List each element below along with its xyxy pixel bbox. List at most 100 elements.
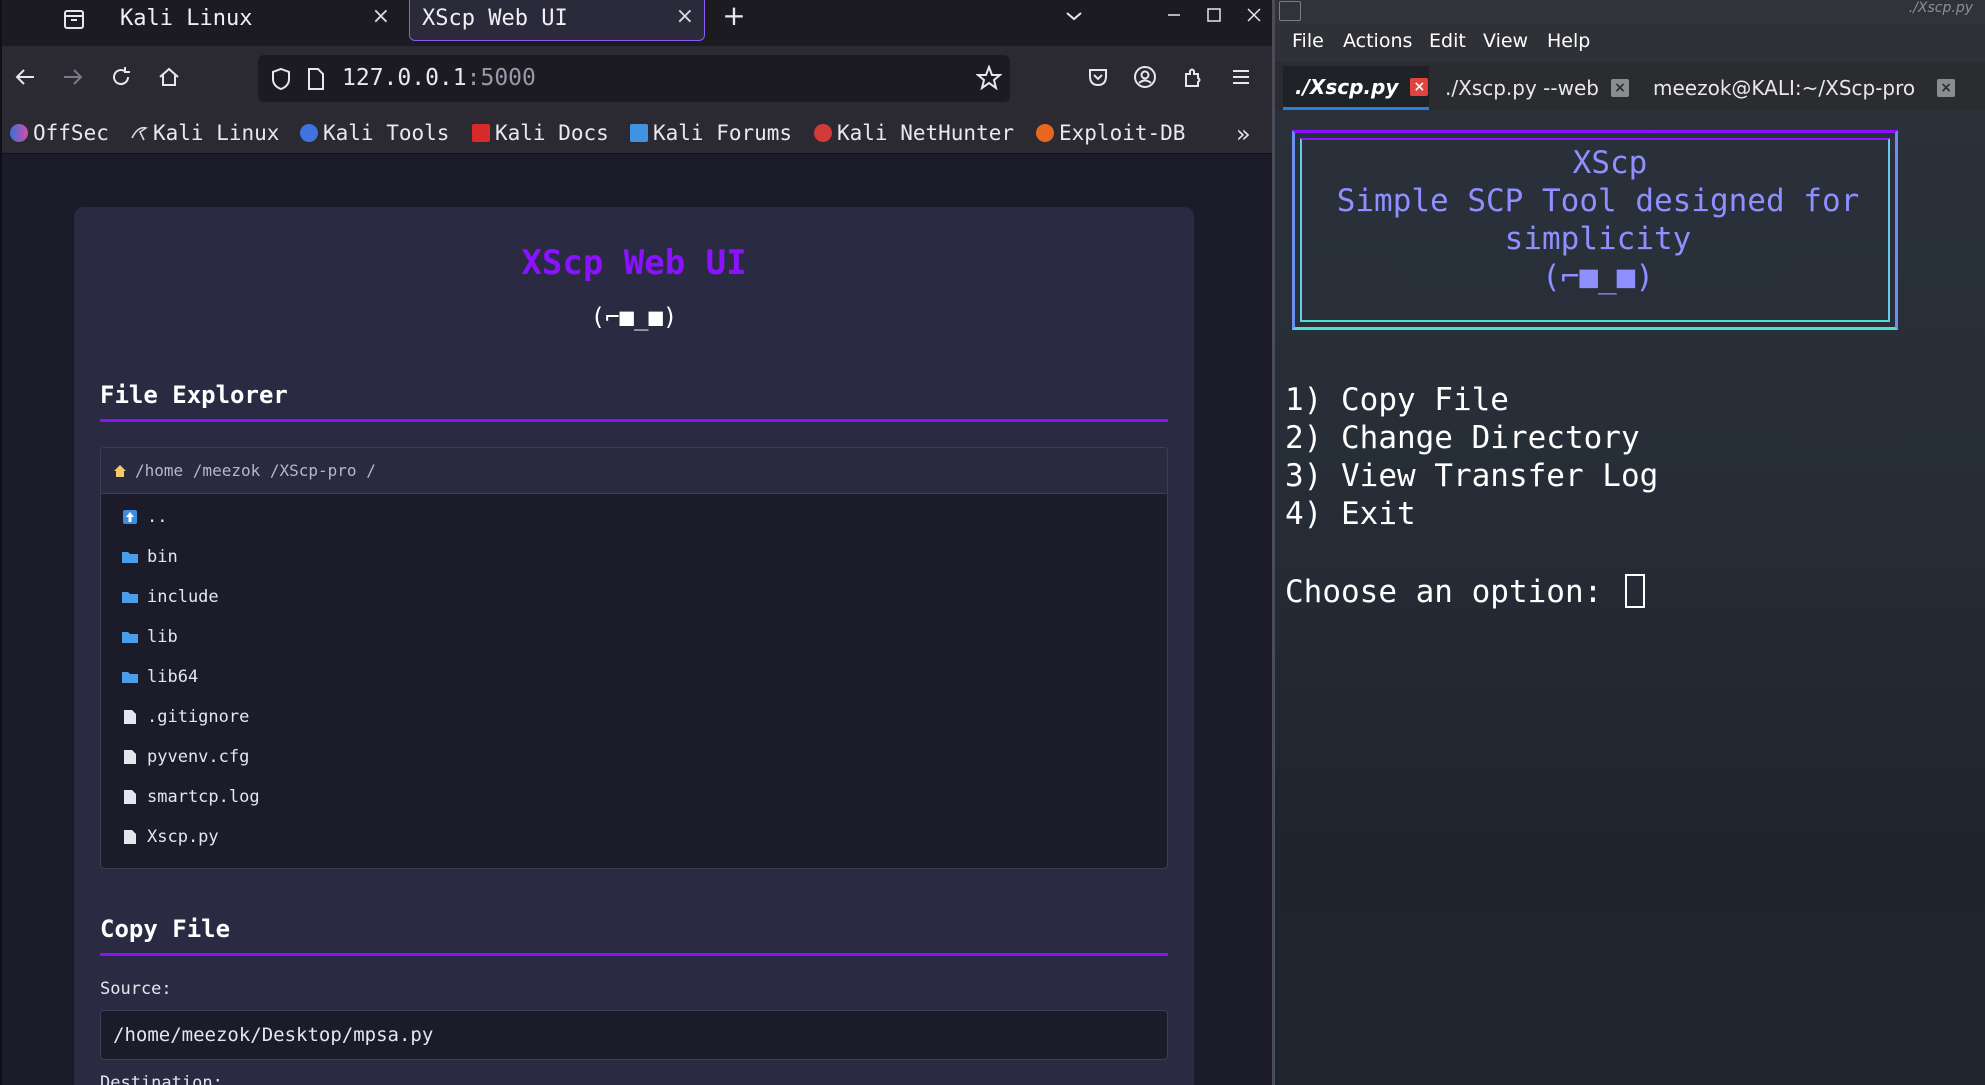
list-item-folder[interactable]: lib64 (121, 662, 198, 692)
terminal-tab-bar: ./Xscp.py × ./Xscp.py --web × meezok@KAL… (1275, 62, 1985, 110)
banner-subtitle-2: simplicity (1504, 221, 1692, 257)
breadcrumb-path[interactable]: /home /meezok /XScp-pro / (135, 461, 376, 480)
breadcrumb: /home /meezok /XScp-pro / (101, 448, 1167, 494)
reload-icon[interactable] (104, 60, 138, 94)
list-item-folder[interactable]: bin (121, 542, 178, 572)
terminal-window: ./Xscp.py File Actions Edit View Help ./… (1275, 0, 1985, 1085)
file-explorer-heading: File Explorer (100, 381, 1168, 422)
prompt-line[interactable]: Choose an option: (1285, 574, 1645, 610)
folder-icon (121, 628, 139, 646)
bookmark-kali-nethunter[interactable]: Kali NetHunter (814, 118, 1014, 148)
list-item-file[interactable]: Xscp.py (121, 822, 219, 852)
bookmark-kali-forums[interactable]: Kali Forums (630, 118, 792, 148)
minimize-icon[interactable] (1159, 0, 1189, 30)
tab-list-icon[interactable] (54, 2, 94, 36)
copy-file-heading: Copy File (100, 915, 1168, 956)
pocket-icon[interactable] (1081, 60, 1115, 94)
maximize-icon[interactable] (1199, 0, 1229, 30)
home-icon[interactable] (113, 464, 127, 478)
page-icon[interactable] (306, 67, 326, 91)
bookmark-kali-docs[interactable]: Kali Docs (472, 118, 609, 148)
bookmark-exploit-db[interactable]: Exploit-DB (1036, 118, 1185, 148)
list-item-file[interactable]: .gitignore (121, 702, 249, 732)
menu-option-view-log: 3) View Transfer Log (1285, 458, 1659, 494)
close-icon[interactable]: × (1937, 79, 1956, 97)
terminal-tab-shell[interactable]: meezok@KALI:~/XScp-pro × (1641, 66, 1977, 110)
file-icon (121, 788, 139, 806)
terminal-menu-bar: File Actions Edit View Help (1275, 24, 1985, 62)
kali-dragon-icon (130, 124, 148, 142)
kali-tools-icon (300, 124, 318, 142)
home-icon[interactable] (152, 60, 186, 94)
close-icon[interactable]: × (1610, 79, 1629, 97)
bookmark-kali-tools[interactable]: Kali Tools (300, 118, 449, 148)
menu-edit[interactable]: Edit (1429, 30, 1466, 52)
terminal-tab-xscp[interactable]: ./Xscp.py × (1283, 66, 1429, 110)
list-item-file[interactable]: pyvenv.cfg (121, 742, 249, 772)
chevron-double-right-icon[interactable]: » (1236, 120, 1251, 148)
close-icon[interactable]: × (676, 4, 694, 29)
prompt-text: Choose an option: (1285, 574, 1621, 610)
menu-option-exit: 4) Exit (1285, 496, 1416, 532)
page-content: XScp Web UI (⌐■_■) File Explorer /home /… (2, 155, 1272, 1085)
tab-kali-linux[interactable]: Kali Linux × (108, 0, 400, 41)
terminal-cursor (1624, 574, 1645, 608)
forward-arrow-icon[interactable] (56, 60, 90, 94)
file-icon (121, 828, 139, 846)
star-bookmark-icon[interactable] (976, 65, 1002, 91)
shield-icon[interactable] (270, 67, 292, 91)
terminal-tab-label: meezok@KALI:~/XScp-pro (1653, 76, 1916, 100)
tab-xscp-web-ui[interactable]: XScp Web UI × (409, 0, 705, 41)
kali-nethunter-icon (814, 124, 832, 142)
exploit-db-icon (1036, 124, 1054, 142)
back-arrow-icon[interactable] (8, 60, 42, 94)
close-icon[interactable]: × (372, 4, 390, 29)
account-icon[interactable] (1128, 60, 1162, 94)
menu-help[interactable]: Help (1547, 30, 1590, 52)
destination-label: Destination: (100, 1073, 223, 1085)
ascii-banner: XScp Simple SCP Tool designed for simpli… (1292, 130, 1898, 330)
url-bar[interactable]: 127.0.0.1:5000 (258, 55, 1010, 102)
folder-icon (121, 588, 139, 606)
banner-subtitle: Simple SCP Tool designed for (1336, 183, 1860, 219)
bookmark-kali-linux[interactable]: Kali Linux (130, 118, 279, 148)
tab-label: XScp Web UI (422, 6, 568, 31)
menu-option-copy-file: 1) Copy File (1285, 382, 1509, 418)
menu-icon[interactable] (1224, 60, 1258, 94)
offsec-icon (10, 124, 28, 142)
tab-label: Kali Linux (120, 6, 253, 31)
kali-docs-icon (472, 124, 490, 142)
folder-icon (121, 668, 139, 686)
close-icon[interactable]: × (1410, 77, 1429, 96)
banner-title: XScp (1572, 145, 1648, 181)
list-item-file[interactable]: smartcp.log (121, 782, 260, 812)
url-text: 127.0.0.1:5000 (342, 65, 536, 91)
app-card: XScp Web UI (⌐■_■) File Explorer /home /… (74, 207, 1194, 1085)
extensions-icon[interactable] (1176, 60, 1210, 94)
window-icon (1279, 1, 1301, 21)
browser-window: Kali Linux × XScp Web UI × + 127.0.0.1:5… (0, 0, 1272, 1085)
folder-icon (121, 548, 139, 566)
terminal-tab-label: ./Xscp.py (1295, 74, 1399, 99)
list-item-folder[interactable]: include (121, 582, 219, 612)
ascii-face: (⌐■_■) (590, 303, 678, 331)
banner-face: (⌐■_■) (1542, 259, 1654, 295)
bookmark-offsec[interactable]: OffSec (10, 118, 109, 148)
menu-file[interactable]: File (1292, 30, 1324, 52)
navigation-toolbar: 127.0.0.1:5000 (2, 46, 1272, 112)
list-item-parent[interactable]: .. (121, 502, 167, 532)
list-item-folder[interactable]: lib (121, 622, 178, 652)
browser-tab-bar: Kali Linux × XScp Web UI × + (2, 0, 1272, 46)
menu-actions[interactable]: Actions (1343, 30, 1412, 52)
menu-option-change-directory: 2) Change Directory (1285, 420, 1640, 456)
new-tab-button[interactable]: + (720, 2, 748, 32)
file-icon (121, 708, 139, 726)
terminal-tab-xscp-web[interactable]: ./Xscp.py --web × (1437, 66, 1633, 110)
close-window-icon[interactable] (1239, 0, 1269, 30)
terminal-window-title: ./Xscp.py (1908, 0, 1973, 16)
source-label: Source: (100, 979, 172, 999)
chevron-down-icon[interactable] (1062, 2, 1086, 30)
menu-view[interactable]: View (1483, 30, 1528, 52)
source-input[interactable] (100, 1010, 1168, 1060)
terminal-title-bar: ./Xscp.py (1275, 0, 1985, 24)
